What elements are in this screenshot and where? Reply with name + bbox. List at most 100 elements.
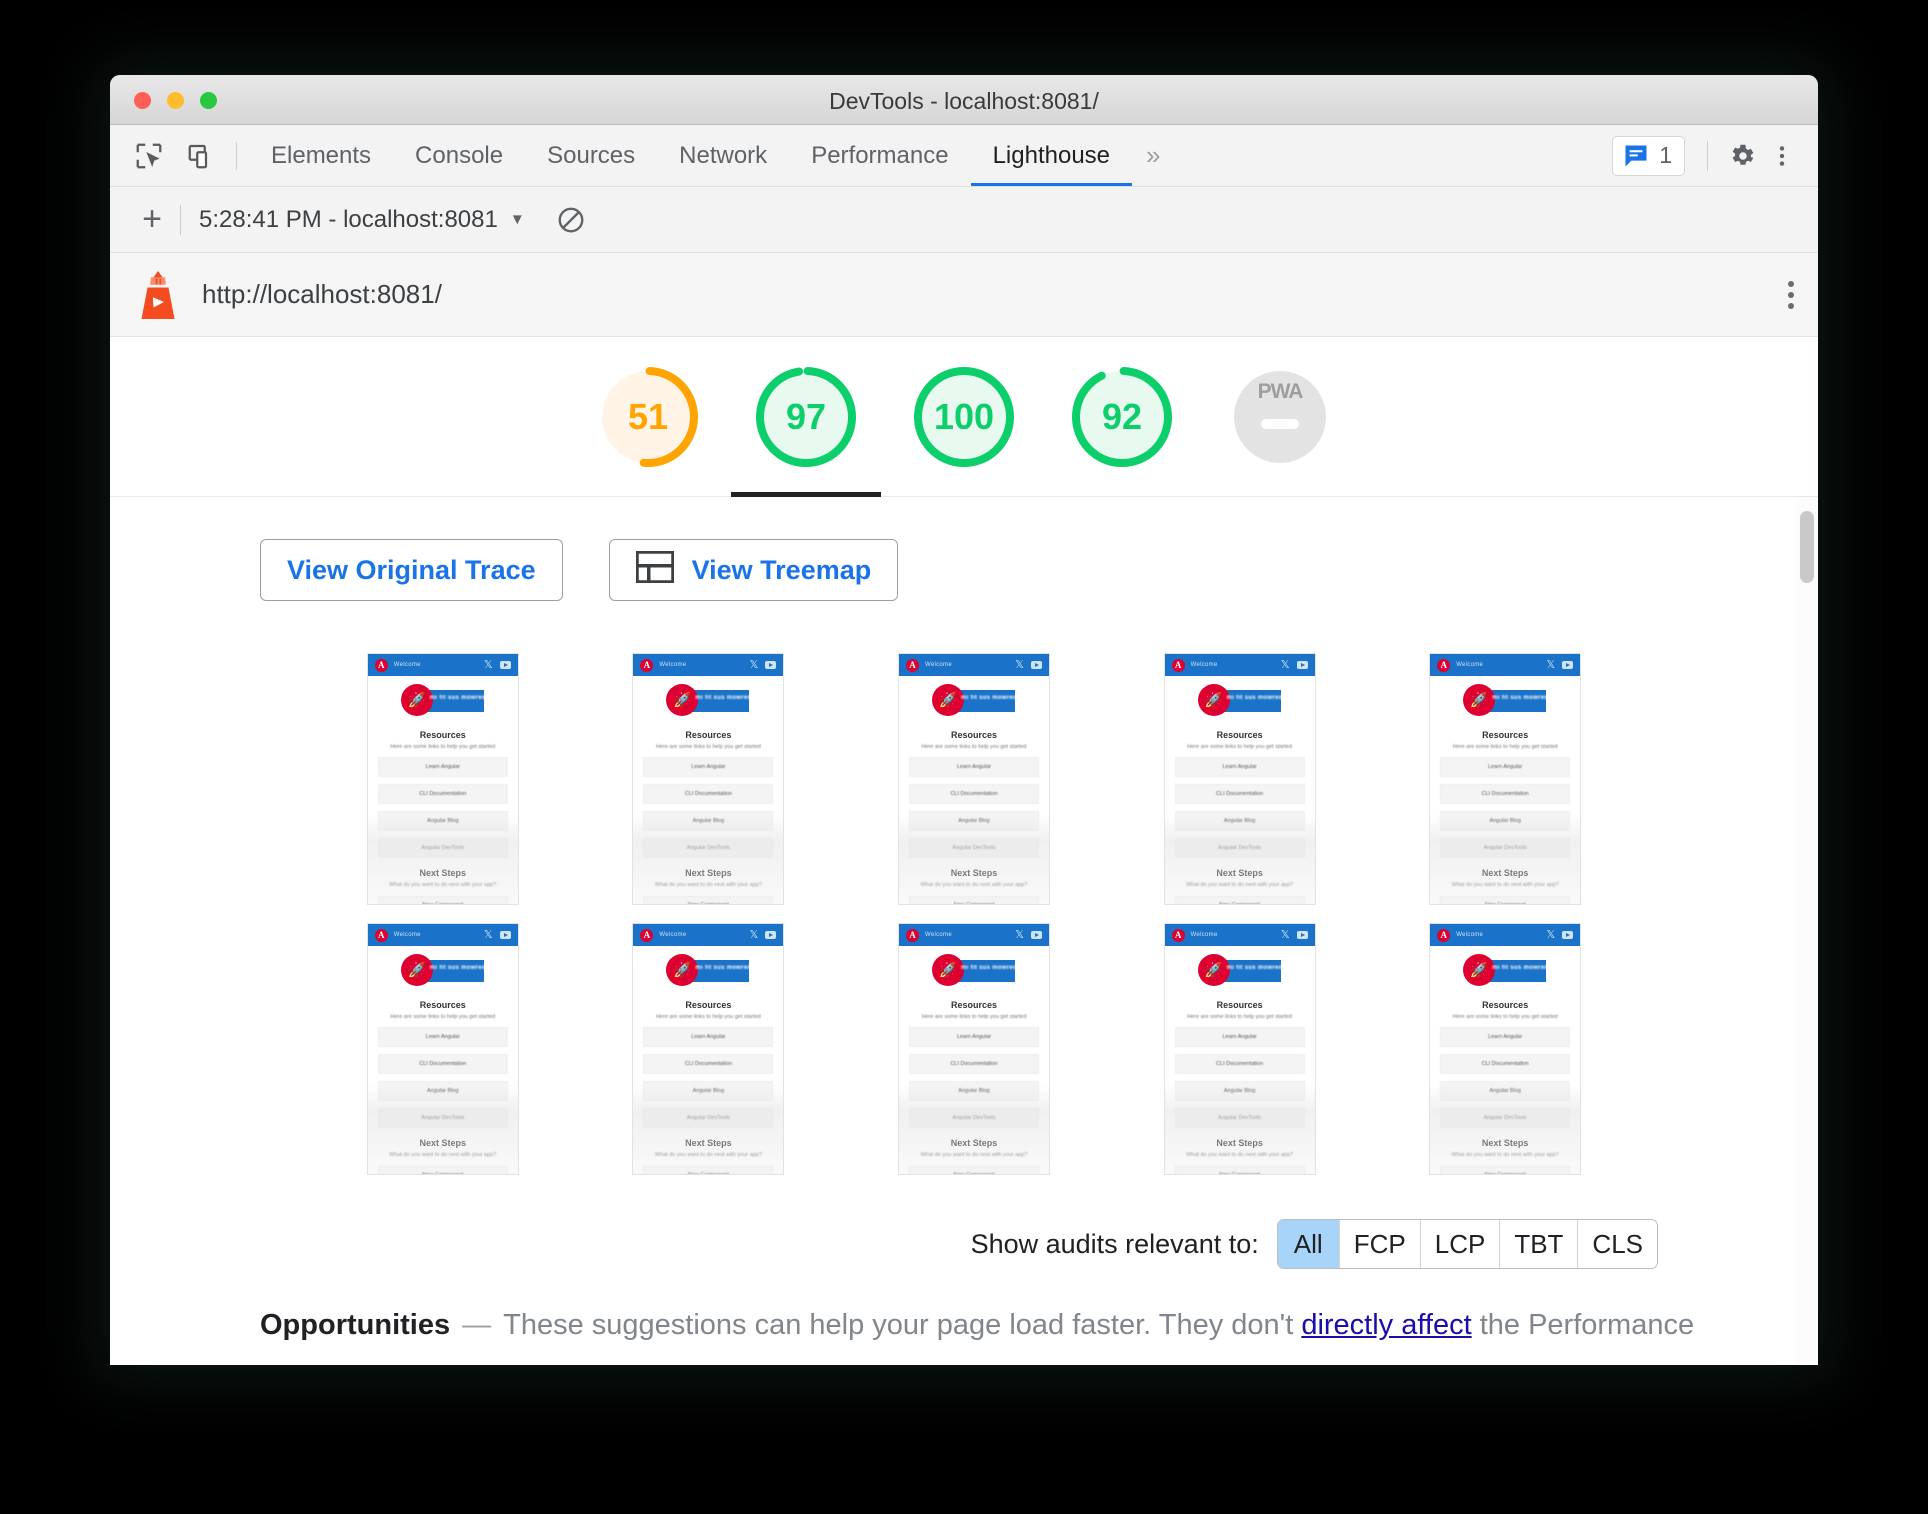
thumb-hero: 🚀 mi fit sus mowred <box>368 676 518 724</box>
pwa-dash-icon <box>1261 418 1299 429</box>
thumb-card: Angular Blog <box>1440 811 1571 831</box>
tab-elements[interactable]: Elements <box>249 125 393 186</box>
thumb-card: CLI Documentation <box>377 784 508 804</box>
thumb-next-subtitle: What do you want to do next with your ap… <box>920 1152 1028 1158</box>
tab-label: Performance <box>811 141 949 169</box>
view-treemap-button[interactable]: View Treemap <box>608 539 899 601</box>
filmstrip-thumbnail[interactable]: A Welcome 𝕏 🚀 mi fit sus mowred Resource… <box>632 923 785 1175</box>
thumb-brand: Welcome <box>1190 662 1218 668</box>
thumb-next-subtitle: What do you want to do next with your ap… <box>389 882 497 888</box>
settings-gear-icon[interactable] <box>1722 136 1762 176</box>
clear-all-icon[interactable] <box>551 200 591 240</box>
filmstrip-thumbnail[interactable]: A Welcome 𝕏 🚀 mi fit sus mowred Resource… <box>1163 923 1316 1175</box>
filter-fcp-button[interactable]: FCP <box>1339 1220 1421 1268</box>
thumb-next-card: New Component <box>1440 896 1571 904</box>
tab-label: Network <box>679 141 768 169</box>
directly-affect-link[interactable]: directly affect <box>1301 1309 1471 1341</box>
thumb-hero: 🚀 mi fit sus mowred <box>1165 676 1315 724</box>
thumb-next-title: Next Steps <box>419 868 467 878</box>
more-tabs-icon[interactable]: » <box>1132 140 1171 171</box>
pwa-label: PWA <box>1257 379 1304 403</box>
inspect-element-icon[interactable] <box>126 133 172 179</box>
thumb-hero-text: mi fit sus mowred <box>429 695 486 701</box>
tab-network[interactable]: Network <box>657 125 789 186</box>
twitter-icon: 𝕏 <box>1546 928 1556 941</box>
tab-label: Lighthouse <box>992 141 1111 169</box>
dot <box>1788 280 1794 287</box>
run-toolbar-divider <box>180 204 181 235</box>
angular-logo-icon: A <box>1437 658 1451 672</box>
rocket-icon: 🚀 <box>931 954 964 986</box>
gauge-pwa[interactable]: PWA <box>1225 362 1335 472</box>
thumb-brand: Welcome <box>1190 932 1218 938</box>
more-options-icon[interactable] <box>1762 136 1802 176</box>
thumb-card: CLI Documentation <box>377 1054 508 1074</box>
thumb-next-title: Next Steps <box>685 1138 732 1148</box>
youtube-icon <box>1562 931 1574 939</box>
report-selector-dropdown[interactable]: 5:28:41 PM - localhost:8081 ▼ <box>199 206 525 234</box>
thumb-next-card: New Component <box>377 1166 508 1174</box>
thumb-section-subtitle: Here are some links to help you get star… <box>655 744 761 750</box>
score-gauges-strip: 51 97 100 92 PWA <box>110 337 1818 497</box>
gauge-best-practices[interactable]: 100 <box>909 362 1019 472</box>
report-body: View Original Trace View Treemap A Welco… <box>110 497 1818 1365</box>
thumb-next-card: New Component <box>908 896 1039 904</box>
filmstrip-thumbnail[interactable]: A Welcome 𝕏 🚀 mi fit sus mowred Resource… <box>1163 653 1316 905</box>
devtools-tabbar: Elements Console Sources Network Perform… <box>110 125 1818 187</box>
filmstrip-thumbnail[interactable]: A Welcome 𝕏 🚀 mi fit sus mowred Resource… <box>897 653 1050 905</box>
filter-lcp-button[interactable]: LCP <box>1420 1220 1501 1268</box>
thumb-topbar: A Welcome 𝕏 <box>1164 924 1315 946</box>
filmstrip-thumbnail[interactable]: A Welcome 𝕏 🚀 mi fit sus mowred Resource… <box>632 653 785 905</box>
filter-cls-button[interactable]: CLS <box>1578 1220 1657 1268</box>
dot <box>1788 302 1794 309</box>
filmstrip-thumbnail[interactable]: A Welcome 𝕏 🚀 mi fit sus mowred Resource… <box>1429 653 1582 905</box>
thumb-hero-text: mi fit sus mowred <box>1492 965 1549 971</box>
twitter-icon: 𝕏 <box>1015 658 1024 671</box>
scrollbar-thumb[interactable] <box>1800 511 1814 583</box>
thumb-next-title: Next Steps <box>1216 1138 1263 1148</box>
tab-performance[interactable]: Performance <box>789 125 970 186</box>
filmstrip-thumbnail[interactable]: A Welcome 𝕏 🚀 mi fit sus mowred Resource… <box>366 923 519 1175</box>
thumb-topbar: A Welcome 𝕏 <box>367 924 518 946</box>
gauge-performance[interactable]: 51 <box>593 362 703 472</box>
thumb-next-card: New Component <box>643 1166 774 1174</box>
gauge-accessibility[interactable]: 97 <box>751 362 861 472</box>
lighthouse-run-toolbar: + 5:28:41 PM - localhost:8081 ▼ <box>110 187 1818 253</box>
twitter-icon: 𝕏 <box>1546 658 1556 671</box>
filter-all-button[interactable]: All <box>1277 1220 1340 1268</box>
twitter-icon: 𝕏 <box>749 658 759 671</box>
tab-console[interactable]: Console <box>393 125 525 186</box>
filmstrip-thumbnail[interactable]: A Welcome 𝕏 🚀 mi fit sus mowred Resource… <box>897 923 1050 1175</box>
thumb-next-title: Next Steps <box>1216 868 1263 878</box>
filter-tbt-button[interactable]: TBT <box>1500 1220 1579 1268</box>
thumb-next-card: New Component <box>1440 1166 1571 1174</box>
view-original-trace-button[interactable]: View Original Trace <box>260 539 563 601</box>
thumb-topbar: A Welcome 𝕏 <box>633 924 784 946</box>
new-report-button[interactable]: + <box>132 200 172 240</box>
thumb-card: CLI Documentation <box>908 1054 1039 1074</box>
thumb-next-card: New Component <box>1174 1166 1305 1174</box>
youtube-icon <box>1030 661 1042 669</box>
thumb-card: Angular DevTools <box>1174 1108 1305 1128</box>
issues-button[interactable]: 1 <box>1612 135 1685 176</box>
report-dropdown-icon[interactable] <box>1788 280 1794 309</box>
device-toolbar-icon[interactable] <box>178 133 224 179</box>
thumb-card: Angular DevTools <box>1440 1108 1571 1128</box>
youtube-icon <box>1030 931 1042 939</box>
rocket-icon: 🚀 <box>931 684 964 716</box>
thumb-brand: Welcome <box>1456 662 1484 668</box>
button-label: View Treemap <box>691 554 872 585</box>
gauge-seo[interactable]: 92 <box>1067 362 1177 472</box>
tab-sources[interactable]: Sources <box>525 125 657 186</box>
report-scrollbar[interactable] <box>1796 497 1818 1365</box>
angular-logo-icon: A <box>1171 928 1185 942</box>
thumb-topbar: A Welcome 𝕏 <box>898 924 1049 946</box>
thumb-next-subtitle: What do you want to do next with your ap… <box>1186 1152 1294 1158</box>
filmstrip-thumbnail[interactable]: A Welcome 𝕏 🚀 mi fit sus mowred Resource… <box>366 653 519 905</box>
tab-lighthouse[interactable]: Lighthouse <box>970 125 1133 186</box>
thumb-card: Angular Blog <box>643 811 774 831</box>
thumb-section-title: Resources <box>1216 1000 1263 1010</box>
filmstrip-thumbnail[interactable]: A Welcome 𝕏 🚀 mi fit sus mowred Resource… <box>1429 923 1582 1175</box>
thumb-next-subtitle: What do you want to do next with your ap… <box>654 882 762 888</box>
thumb-card: Learn Angular <box>1174 757 1305 777</box>
